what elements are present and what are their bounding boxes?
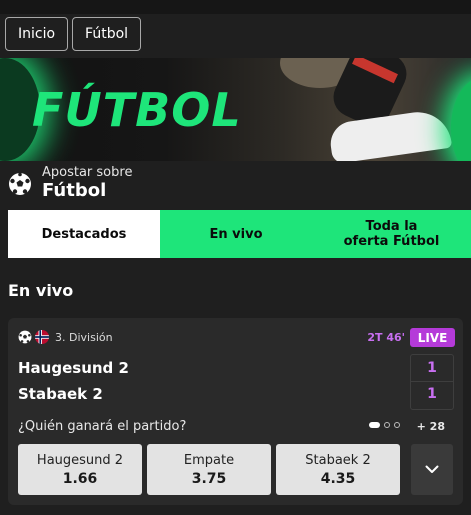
tab-toda-la-oferta-label: Toda la oferta Fútbol [343,219,440,249]
odds-row: Haugesund 2 1.66 Empate 3.75 Stabaek 2 4… [18,444,400,495]
away-score: 1 [427,386,437,402]
odd-label: Haugesund 2 [36,452,124,468]
banner-glow-right [451,78,471,161]
score-divider [411,381,453,382]
sport-tabs: Destacados En vivo Toda la oferta Fútbol [8,210,471,258]
breadcrumb-inicio[interactable]: Inicio [5,17,69,51]
market-pager[interactable] [369,422,400,428]
league-name: 3. División [55,330,113,344]
market-question: ¿Quién ganará el partido? [18,419,187,434]
match-card[interactable]: 3. División 2T 46' LIVE Haugesund 2 Stab… [8,318,463,505]
tab-en-vivo[interactable]: En vivo [160,210,312,258]
odd-button-away[interactable]: Stabaek 2 4.35 [276,444,400,495]
odd-button-draw[interactable]: Empate 3.75 [147,444,271,495]
odd-button-home[interactable]: Haugesund 2 1.66 [18,444,142,495]
banner-title: FÚTBOL [32,83,242,137]
pager-dot[interactable] [384,422,390,428]
pager-dot-active[interactable] [369,422,380,428]
home-team: Haugesund 2 [18,359,129,377]
expand-markets-button[interactable] [411,444,453,495]
away-team: Stabaek 2 [18,385,103,403]
bet-title: Fútbol [42,180,107,201]
odd-label: Stabaek 2 [305,452,371,468]
pager-dot[interactable] [394,422,400,428]
soccer-ball-icon [18,330,32,344]
breadcrumb: Inicio Fútbol [5,17,142,51]
top-bar [0,0,471,14]
bet-header: Apostar sobre Fútbol [8,166,132,202]
scoreboard: 1 1 [410,354,454,410]
league-info: 3. División [18,330,113,344]
home-score: 1 [427,360,437,376]
tab-toda-la-oferta[interactable]: Toda la oferta Fútbol [312,210,471,258]
odd-value: 1.66 [62,470,98,487]
norway-flag-icon [35,330,49,344]
chevron-down-icon [425,465,439,473]
bet-subtitle: Apostar sobre [42,165,133,180]
sport-banner: FÚTBOL [0,58,471,161]
soccer-ball-icon [9,172,31,195]
section-title: En vivo [8,281,74,300]
odd-value: 4.35 [320,470,356,487]
tab-destacados[interactable]: Destacados [8,210,160,258]
breadcrumb-futbol[interactable]: Fútbol [72,17,142,51]
odd-value: 3.75 [191,470,227,487]
live-badge: LIVE [410,328,455,347]
more-markets-link[interactable]: + 28 [417,420,445,433]
match-time: 2T 46' [367,331,405,344]
odd-label: Empate [183,452,235,468]
